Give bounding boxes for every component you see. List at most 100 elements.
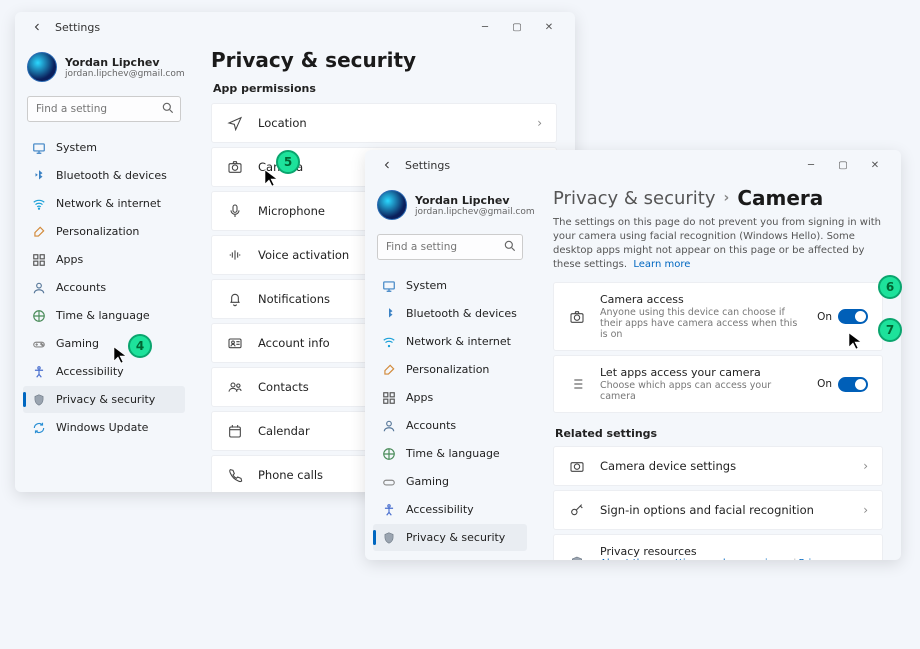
avatar <box>377 190 407 220</box>
link-about-privacy[interactable]: About these settings and your privacy <box>600 558 791 560</box>
breadcrumb-root[interactable]: Privacy & security <box>553 188 716 209</box>
sidebar-item-label: System <box>406 279 447 292</box>
user-name: Yordan Lipchev <box>415 194 535 207</box>
back-button[interactable] <box>379 157 395 173</box>
sidebar-item-label: System <box>56 141 97 154</box>
related-row-camera-device[interactable]: Camera device settings › <box>553 446 883 486</box>
sidebar-item-personalization[interactable]: Personalization <box>23 218 185 245</box>
sidebar-item-label: Personalization <box>56 225 139 238</box>
sidebar-item-label: Apps <box>56 253 83 266</box>
search-input[interactable] <box>377 234 523 260</box>
search-input[interactable] <box>27 96 181 122</box>
gamepad-icon <box>31 336 46 351</box>
search-icon <box>161 101 175 115</box>
sidebar-item-accounts[interactable]: Accounts <box>373 412 527 439</box>
window-title: Settings <box>405 159 799 172</box>
toggle-state: On <box>817 311 832 323</box>
clock-globe-icon <box>381 446 396 461</box>
sidebar-item-gaming[interactable]: Gaming <box>373 468 527 495</box>
close-button[interactable]: ✕ <box>863 157 887 173</box>
learn-more-link[interactable]: Learn more <box>633 259 690 270</box>
voice-icon <box>226 246 244 264</box>
sidebar-item-accessibility[interactable]: Accessibility <box>23 358 185 385</box>
row-title: Let apps access your camera <box>600 366 803 379</box>
sidebar-item-label: Apps <box>406 391 433 404</box>
system-icon <box>381 278 396 293</box>
apps-camera-toggle[interactable] <box>838 377 868 392</box>
sidebar-item-label: Gaming <box>406 475 449 488</box>
nav-list: System Bluetooth & devices Network & int… <box>373 272 527 560</box>
related-row-signin-face[interactable]: Sign-in options and facial recognition › <box>553 490 883 530</box>
sidebar-item-label: Personalization <box>406 363 489 376</box>
row-label: Sign-in options and facial recognition <box>600 503 849 517</box>
annotation-badge-5: 5 <box>276 150 300 174</box>
window-title: Settings <box>55 21 473 34</box>
sidebar-item-label: Time & language <box>406 447 500 460</box>
setting-row-camera-access[interactable]: Camera access Anyone using this device c… <box>553 282 883 351</box>
row-label: Location <box>258 116 523 130</box>
sidebar-item-privacy-security[interactable]: Privacy & security <box>373 524 527 551</box>
apps-icon <box>31 252 46 267</box>
maximize-button[interactable]: ▢ <box>831 157 855 173</box>
person-icon <box>381 418 396 433</box>
sidebar-item-time-language[interactable]: Time & language <box>373 440 527 467</box>
sidebar-item-label: Accessibility <box>406 503 474 516</box>
setting-row-apps-camera[interactable]: Let apps access your camera Choose which… <box>553 355 883 413</box>
page-title: Privacy & security <box>211 48 557 72</box>
resources-links: About these settings and your privacy|Pr… <box>600 558 868 560</box>
sidebar-item-windows-update[interactable]: Windows Update <box>23 414 185 441</box>
sidebar-item-bluetooth[interactable]: Bluetooth & devices <box>23 162 185 189</box>
breadcrumb-leaf: Camera <box>737 186 823 210</box>
sidebar-item-apps[interactable]: Apps <box>373 384 527 411</box>
sidebar-item-label: Accounts <box>56 281 106 294</box>
sidebar-item-accounts[interactable]: Accounts <box>23 274 185 301</box>
back-button[interactable] <box>29 19 45 35</box>
privacy-resources-row: Privacy resources About these settings a… <box>553 534 883 560</box>
sidebar-item-privacy-security[interactable]: Privacy & security <box>23 386 185 413</box>
user-name: Yordan Lipchev <box>65 56 185 69</box>
page-description: The settings on this page do not prevent… <box>553 216 883 272</box>
bell-icon <box>226 290 244 308</box>
sidebar-item-label: Windows Update <box>56 421 148 434</box>
sidebar-item-system[interactable]: System <box>23 134 185 161</box>
apps-icon <box>381 390 396 405</box>
minimize-button[interactable]: ─ <box>799 157 823 173</box>
row-label: Camera device settings <box>600 459 849 473</box>
chevron-right-icon: › <box>537 116 542 130</box>
row-title: Camera access <box>600 293 803 306</box>
camera-icon <box>568 308 586 326</box>
cursor-icon <box>264 169 278 187</box>
avatar <box>27 52 57 82</box>
sidebar-item-label: Privacy & security <box>56 393 155 406</box>
sidebar-item-gaming[interactable]: Gaming <box>23 330 185 357</box>
calendar-icon <box>226 422 244 440</box>
sidebar-item-windows-update[interactable]: Windows Update <box>373 552 527 560</box>
user-email: jordan.lipchev@gmail.com <box>65 69 185 79</box>
update-icon <box>381 558 396 560</box>
sidebar-item-system[interactable]: System <box>373 272 527 299</box>
sidebar-item-label: Bluetooth & devices <box>406 307 517 320</box>
minimize-button[interactable]: ─ <box>473 19 497 35</box>
main-content: Privacy & security › Camera The settings… <box>535 180 901 560</box>
user-block[interactable]: Yordan Lipchev jordan.lipchev@gmail.com <box>377 190 523 220</box>
sidebar-item-personalization[interactable]: Personalization <box>373 356 527 383</box>
clock-globe-icon <box>31 308 46 323</box>
id-card-icon <box>226 334 244 352</box>
user-block[interactable]: Yordan Lipchev jordan.lipchev@gmail.com <box>27 52 181 82</box>
sidebar-item-label: Accounts <box>406 419 456 432</box>
permission-row-location[interactable]: Location › <box>211 103 557 143</box>
sidebar-item-accessibility[interactable]: Accessibility <box>373 496 527 523</box>
titlebar: Settings ─ ▢ ✕ <box>15 12 575 42</box>
maximize-button[interactable]: ▢ <box>505 19 529 35</box>
sidebar-item-label: Gaming <box>56 337 99 350</box>
sidebar-item-bluetooth[interactable]: Bluetooth & devices <box>373 300 527 327</box>
location-icon <box>226 114 244 132</box>
update-icon <box>31 420 46 435</box>
close-button[interactable]: ✕ <box>537 19 561 35</box>
sidebar-item-time-language[interactable]: Time & language <box>23 302 185 329</box>
sidebar-item-apps[interactable]: Apps <box>23 246 185 273</box>
camera-access-toggle[interactable] <box>838 309 868 324</box>
annotation-badge-7: 7 <box>878 318 902 342</box>
sidebar-item-network[interactable]: Network & internet <box>373 328 527 355</box>
sidebar-item-network[interactable]: Network & internet <box>23 190 185 217</box>
